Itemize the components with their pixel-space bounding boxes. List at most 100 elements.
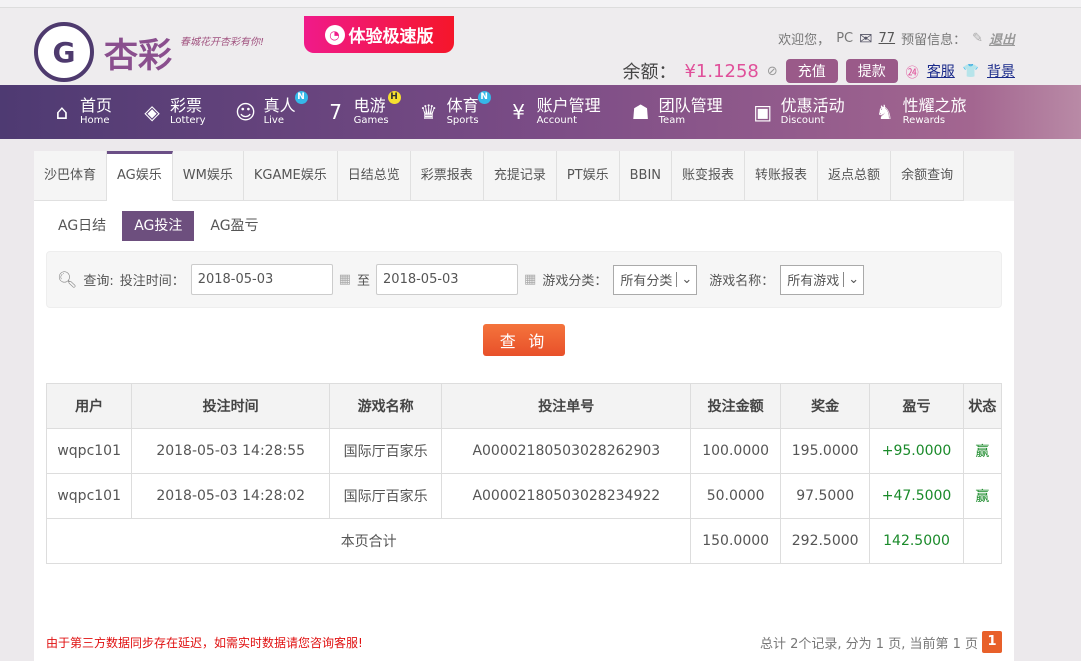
table-cell: 100.0000 [690,428,781,474]
badge: H [387,91,401,104]
total-bonus: 292.5000 [779,518,871,564]
service-link[interactable]: 客服 [927,61,955,81]
total-label: 本页合计 [45,518,692,564]
table-row: wqpc101 2018-05-03 14:28:02 国际厅百家乐 A0000218… [45,473,1003,519]
nav-sublabel: Team [658,115,686,126]
column-header: 投注单号 [441,383,692,429]
table-cell: A00002180503028262903 [441,428,692,474]
mail-count[interactable]: 77 [879,31,896,46]
mail-icon[interactable]: ✉ [859,29,872,48]
page-1-button[interactable]: 1 [982,631,1002,653]
team-icon: ☗ [631,100,650,124]
subtab-ag-bets[interactable]: AG投注 [122,211,195,241]
nav-sublabel: Games [353,115,389,126]
nav-live[interactable]: ☺ 真人 Live N [234,85,308,139]
table-cell: 国际厅百家乐 [328,428,443,474]
support-icon[interactable]: ㉔ [906,62,919,81]
column-header: 盈亏 [869,383,964,429]
nav-label: 优惠活动 [780,96,845,115]
balance-label: 余额： [622,62,677,83]
tab-item[interactable]: 沙巴体育 [34,151,108,201]
tab-item[interactable]: 日结总览 [337,151,411,201]
bets-table: 用户 投注时间 游戏名称 投注单号 投注金额 奖金 盈亏 状态 wqpc101 2018-05-… [45,383,1003,564]
sports-icon: ♛ [419,100,438,124]
tab-item[interactable]: AG娱乐 [107,151,173,201]
nav-sublabel: Account [536,115,578,126]
nav-sublabel: Live [263,115,284,126]
nav-account[interactable]: ¥ 账户管理 Account [507,85,600,139]
table-cell: 2018-05-03 14:28:02 [131,473,330,519]
nav-label: 电游 [353,96,386,115]
pagination: 总计 2个记录, 分为 1 页, 当前第 1 页 1 [760,631,1002,653]
nav-label: 彩票 [170,96,203,115]
calendar-icon[interactable]: ▦ [524,272,536,287]
nav-label: 真人 [263,96,296,115]
game-select[interactable]: 所有游戏 ⌄ [780,264,865,295]
logo[interactable]: G 杏彩 春城花开杏彩有你! [34,22,264,82]
nav-sublabel: Discount [780,115,825,126]
main-nav: ⌂ 首页 Home ◈ 彩票 Lottery ☺ 真人 Live N 7 电游 Games H ♛ 体育 Spo… [0,85,1081,139]
balance-bar: 余额： ¥1.1258 ⊘ 充值 提款 ㉔ 客服 👕 背景 [622,58,1015,84]
table-cell: wqpc101 [45,428,133,474]
end-date-input[interactable]: 2018-05-03 [376,264,519,295]
background-link[interactable]: 背景 [987,61,1015,81]
speed-version-button[interactable]: ◔ 体验极速版 [304,16,454,53]
logout-link[interactable]: 退出 [989,29,1015,48]
subtab-ag-profit[interactable]: AG盈亏 [198,211,270,241]
tab-item[interactable]: 账变报表 [672,151,746,201]
tab-item[interactable]: PT娱乐 [556,151,620,201]
tab-item[interactable]: 余额查询 [891,151,965,201]
table-cell: 2018-05-03 14:28:55 [131,428,330,474]
edit-icon[interactable]: ✎ [972,31,983,46]
nav-sublabel: Sports [446,115,479,126]
category-select[interactable]: 所有分类 ⌄ [613,264,698,295]
nav-sublabel: Home [80,115,110,126]
search-icon: 🔍︎ [57,270,78,289]
tab-item[interactable]: BBIN [619,151,673,201]
column-header: 用户 [45,383,133,429]
tab-item[interactable]: WM娱乐 [172,151,244,201]
rewards-icon: ♞ [875,100,894,124]
game-label: 游戏名称： [709,274,775,289]
table-cell: 国际厅百家乐 [328,473,443,519]
account-icon: ¥ [512,100,525,124]
games-icon: 7 [329,100,342,124]
query-button[interactable]: 查 询 [483,324,565,356]
category-value: 所有分类 [620,274,673,289]
live-icon: ☺ [235,100,256,124]
pager-summary: 总计 2个记录, 分为 1 页, 当前第 1 页 [759,636,978,652]
withdraw-button[interactable]: 提款 [845,59,898,83]
lottery-icon: ◈ [144,100,160,124]
nav-discount[interactable]: ▣ 优惠活动 Discount [751,85,845,139]
game-value: 所有游戏 [787,274,840,289]
nav-team[interactable]: ☗ 团队管理 Team [629,85,723,139]
query-label: 查询: [83,274,114,289]
eye-hide-icon[interactable]: ⊘ [767,64,778,79]
table-cell: wqpc101 [45,473,133,519]
nav-lottery[interactable]: ◈ 彩票 Lottery [140,85,205,139]
calendar-icon[interactable]: ▦ [339,272,351,287]
column-header: 游戏名称 [328,383,443,429]
total-profit: 142.5000 [869,518,964,564]
tab-item[interactable]: 充提记录 [483,151,557,201]
shirt-icon[interactable]: 👕 [963,64,979,79]
start-date-input[interactable]: 2018-05-03 [190,264,333,295]
deposit-button[interactable]: 充值 [785,59,838,83]
tab-item[interactable]: 转账报表 [745,151,819,201]
subtab-ag-daily[interactable]: AG日结 [46,211,118,241]
to-label: 至 [357,274,371,289]
header: G 杏彩 春城花开杏彩有你! ◔ 体验极速版 欢迎您， PC ✉ 77 预留信息：… [0,8,1081,85]
nav-sports[interactable]: ♛ 体育 Sports N [417,85,491,139]
slogan: 春城花开杏彩有你! [180,36,265,48]
nav-rewards[interactable]: ♞ 性耀之旅 Rewards [873,85,967,139]
logo-icon: G [34,22,94,82]
nav-home[interactable]: ⌂ 首页 Home [50,85,112,139]
nav-games[interactable]: 7 电游 Games H [324,85,401,139]
filter-bar: 🔍︎ 查询: 投注时间： 2018-05-03 ▦ 至 2018-05-03 ▦… [46,251,1002,308]
browser-bar [0,0,1081,8]
chevron-down-icon: ⌄ [843,272,863,287]
tab-item[interactable]: KGAME娱乐 [243,151,338,201]
tab-item[interactable]: 彩票报表 [410,151,484,201]
nav-label: 体育 [446,96,479,115]
tab-item[interactable]: 返点总额 [818,151,892,201]
